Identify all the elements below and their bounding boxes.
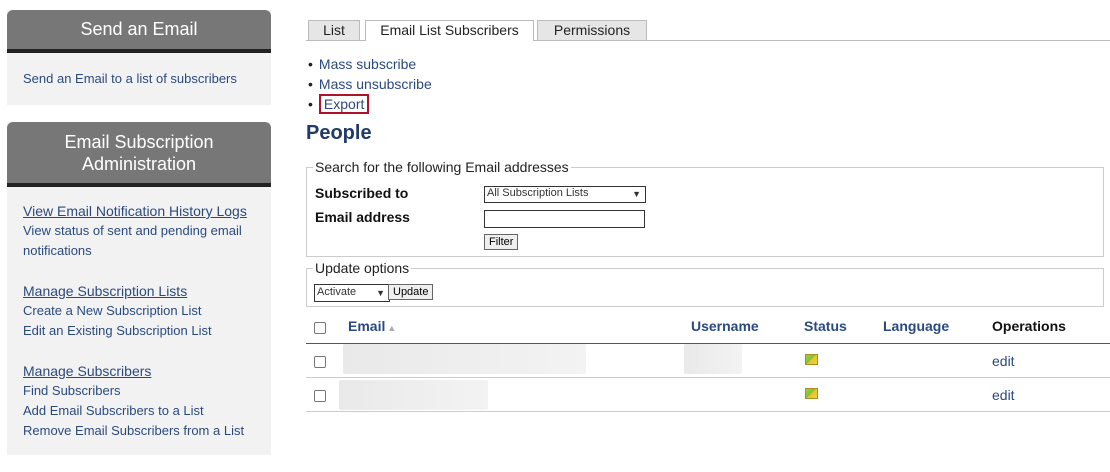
redacted-email: [339, 380, 488, 410]
chevron-down-icon: ▼: [376, 288, 385, 298]
status-active-icon: [805, 354, 818, 365]
chevron-down-icon: ▼: [632, 189, 641, 199]
action-item-export: • Export: [308, 94, 432, 114]
history-logs-view-status-link[interactable]: View status of sent and pending email no…: [23, 221, 255, 261]
email-address-input[interactable]: [484, 210, 645, 228]
subscription-admin-block-title: Email Subscription Administration: [7, 122, 271, 187]
row-checkbox[interactable]: [314, 356, 326, 368]
search-legend: Search for the following Email addresses: [315, 159, 569, 175]
subscribed-to-select[interactable]: All Subscription Lists ▼: [484, 186, 646, 203]
table-row: edit: [306, 378, 1110, 412]
select-all-checkbox[interactable]: [314, 322, 326, 334]
history-logs-group: View Email Notification History Logs Vie…: [23, 201, 255, 261]
search-fieldset: Search for the following Email addresses: [306, 159, 1104, 257]
edit-list-link[interactable]: Edit an Existing Subscription List: [23, 321, 255, 341]
update-action-selected-value: Activate: [317, 286, 357, 298]
mass-unsubscribe-link[interactable]: Mass unsubscribe: [319, 76, 432, 92]
bullet: •: [308, 56, 313, 72]
create-list-link[interactable]: Create a New Subscription List: [23, 301, 255, 321]
find-subscribers-link[interactable]: Find Subscribers: [23, 381, 255, 401]
sidebar: Send an Email Send an Email to a list of…: [7, 10, 271, 472]
history-logs-title-link[interactable]: View Email Notification History Logs: [23, 201, 255, 221]
manage-lists-group: Manage Subscription Lists Create a New S…: [23, 281, 255, 341]
tab-bar: List Email List Subscribers Permissions: [306, 20, 1110, 41]
row-checkbox[interactable]: [314, 390, 326, 402]
sort-ascending-icon: ▲: [387, 323, 397, 333]
subscribed-to-selected-value: All Subscription Lists: [487, 187, 589, 199]
language-column-header[interactable]: Language: [883, 318, 949, 334]
tab-email-list-subscribers[interactable]: Email List Subscribers: [365, 20, 534, 41]
remove-subscribers-link[interactable]: Remove Email Subscribers from a List: [23, 421, 255, 441]
status-column-header[interactable]: Status: [804, 318, 847, 334]
update-button[interactable]: Update: [388, 284, 434, 300]
export-highlight-box: Export: [318, 94, 370, 114]
update-action-select[interactable]: Activate ▼: [314, 284, 390, 302]
edit-link[interactable]: edit: [992, 353, 1015, 369]
page-title: People: [306, 122, 372, 144]
email-column-label: Email: [348, 318, 386, 334]
manage-lists-title-link[interactable]: Manage Subscription Lists: [23, 281, 255, 301]
bullet: •: [308, 96, 313, 112]
send-email-block: Send an Email Send an Email to a list of…: [7, 10, 271, 105]
add-subscribers-link[interactable]: Add Email Subscribers to a List: [23, 401, 255, 421]
status-active-icon: [805, 388, 818, 399]
filter-button[interactable]: Filter: [484, 234, 519, 250]
manage-subscribers-group: Manage Subscribers Find Subscribers Add …: [23, 361, 255, 441]
email-column-header[interactable]: Email ▲: [348, 318, 396, 334]
redacted-email: [343, 344, 586, 374]
table-header-row: Email ▲ Username Status Language Operatio…: [306, 312, 1110, 344]
email-address-label: Email address: [315, 209, 410, 225]
operations-column-header: Operations: [992, 318, 1066, 334]
subscribers-table: Email ▲ Username Status Language Operatio…: [306, 312, 1110, 412]
mass-subscribe-link[interactable]: Mass subscribe: [319, 56, 416, 72]
table-row: edit: [306, 344, 1110, 378]
update-options-legend: Update options: [315, 260, 410, 276]
manage-subscribers-title-link[interactable]: Manage Subscribers: [23, 361, 255, 381]
subscription-admin-block: Email Subscription Administration View E…: [7, 122, 271, 455]
action-links: • Mass subscribe • Mass unsubscribe • Expor…: [308, 54, 432, 114]
tab-list[interactable]: List: [308, 20, 360, 40]
action-item-mass-subscribe: • Mass subscribe: [308, 54, 432, 74]
export-link[interactable]: Export: [324, 96, 364, 112]
edit-link[interactable]: edit: [992, 387, 1015, 403]
tab-permissions[interactable]: Permissions: [537, 20, 647, 40]
bullet: •: [308, 76, 313, 92]
redacted-username: [684, 344, 742, 374]
username-column-header[interactable]: Username: [691, 318, 759, 334]
action-item-mass-unsubscribe: • Mass unsubscribe: [308, 74, 432, 94]
send-email-link[interactable]: Send an Email to a list of subscribers: [23, 69, 255, 89]
send-email-block-title: Send an Email: [7, 10, 271, 53]
subscribed-to-label: Subscribed to: [315, 185, 409, 201]
